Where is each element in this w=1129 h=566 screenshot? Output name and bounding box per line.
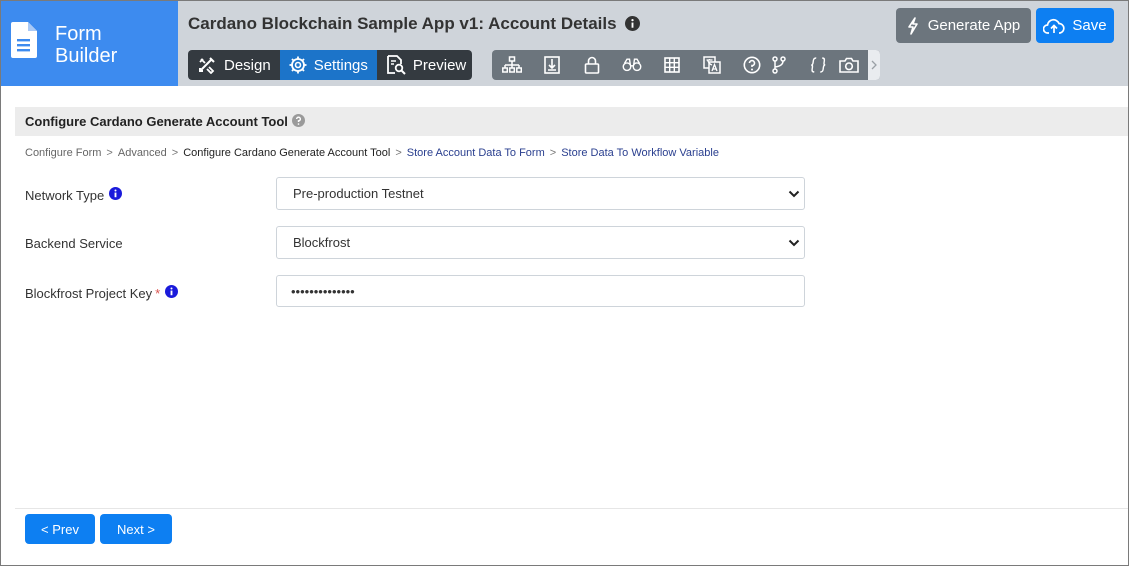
section-header: Configure Cardano Generate Account Tool — [15, 107, 1128, 136]
breadcrumb: Configure Form > Advanced > Configure Ca… — [25, 147, 719, 159]
breadcrumb-store-account-data[interactable]: Store Account Data To Form — [407, 147, 545, 159]
save-button[interactable]: Save — [1036, 8, 1114, 43]
save-label: Save — [1072, 17, 1107, 34]
network-type-value: Pre-production Testnet — [293, 186, 424, 201]
backend-service-label: Backend Service — [25, 236, 123, 251]
brand-logo: Form Builder — [1, 1, 178, 86]
info-icon[interactable] — [165, 285, 179, 301]
mode-switcher: Design Settings Preview — [188, 50, 472, 80]
info-icon[interactable] — [109, 187, 123, 203]
sitemap-icon[interactable] — [502, 55, 522, 75]
toolbar-scroll-right-icon[interactable] — [868, 50, 880, 80]
next-button[interactable]: Next > — [100, 514, 172, 544]
form-document-icon — [11, 22, 37, 58]
chevron-down-icon — [788, 190, 800, 198]
project-key-value: •••••••••••••• — [291, 283, 355, 299]
import-icon[interactable] — [542, 55, 562, 75]
braces-icon[interactable] — [808, 55, 828, 75]
preview-icon — [387, 55, 406, 75]
tab-design-label: Design — [224, 56, 271, 74]
breadcrumb-configure-form[interactable]: Configure Form — [25, 147, 101, 159]
network-type-label: Network Type — [25, 187, 123, 203]
prev-button[interactable]: < Prev — [25, 514, 95, 544]
breadcrumb-current-step: Configure Cardano Generate Account Tool — [183, 147, 391, 159]
camera-icon[interactable] — [839, 55, 859, 75]
generate-app-label: Generate App — [927, 17, 1021, 34]
backend-service-select[interactable]: Blockfrost — [276, 226, 805, 259]
tab-design[interactable]: Design — [188, 50, 280, 80]
app-frame: Form Builder Cardano Blockchain Sample A… — [0, 0, 1129, 566]
breadcrumb-store-workflow-variable[interactable]: Store Data To Workflow Variable — [561, 147, 719, 159]
branch-icon[interactable] — [769, 55, 789, 75]
section-title: Configure Cardano Generate Account Tool — [25, 114, 288, 129]
tab-preview-label: Preview — [412, 56, 467, 74]
network-type-select[interactable]: Pre-production Testnet — [276, 177, 805, 210]
binoculars-icon[interactable] — [622, 55, 642, 75]
help-circle-icon[interactable] — [742, 55, 762, 75]
brand-name: Form Builder — [55, 23, 117, 67]
translate-icon[interactable] — [702, 55, 722, 75]
tab-settings-label: Settings — [313, 56, 368, 74]
design-tools-icon — [199, 57, 215, 74]
lightning-icon — [907, 16, 918, 35]
tab-preview[interactable]: Preview — [377, 50, 472, 80]
footer-divider — [15, 508, 1128, 509]
chevron-down-icon — [788, 239, 800, 247]
app-title: Cardano Blockchain Sample App v1: Accoun… — [188, 14, 641, 36]
tool-icon-bar — [492, 50, 880, 80]
project-key-input[interactable]: •••••••••••••• — [276, 275, 805, 307]
cloud-upload-icon — [1043, 18, 1066, 34]
project-key-label-text: Blockfrost Project Key — [25, 285, 153, 301]
backend-service-label-text: Backend Service — [25, 236, 123, 251]
generate-app-button[interactable]: Generate App — [896, 8, 1031, 43]
info-icon[interactable] — [625, 16, 641, 36]
network-type-label-text: Network Type — [25, 187, 105, 203]
breadcrumb-separator: > — [395, 147, 402, 159]
brand-line-2: Builder — [55, 45, 118, 67]
gear-icon — [289, 56, 307, 74]
top-header: Form Builder Cardano Blockchain Sample A… — [1, 1, 1128, 86]
required-marker: * — [155, 285, 161, 301]
project-key-label: Blockfrost Project Key * — [25, 285, 179, 301]
help-icon[interactable] — [291, 113, 305, 130]
app-title-text: Cardano Blockchain Sample App v1: Accoun… — [188, 14, 617, 33]
lock-icon[interactable] — [582, 55, 602, 75]
breadcrumb-separator: > — [549, 147, 557, 159]
breadcrumb-separator: > — [106, 147, 113, 159]
grid-icon[interactable] — [662, 55, 682, 75]
backend-service-value: Blockfrost — [293, 235, 351, 250]
breadcrumb-separator: > — [171, 147, 179, 159]
tab-settings[interactable]: Settings — [279, 50, 377, 80]
brand-line-1: Form — [55, 23, 102, 45]
breadcrumb-advanced[interactable]: Advanced — [118, 147, 167, 159]
